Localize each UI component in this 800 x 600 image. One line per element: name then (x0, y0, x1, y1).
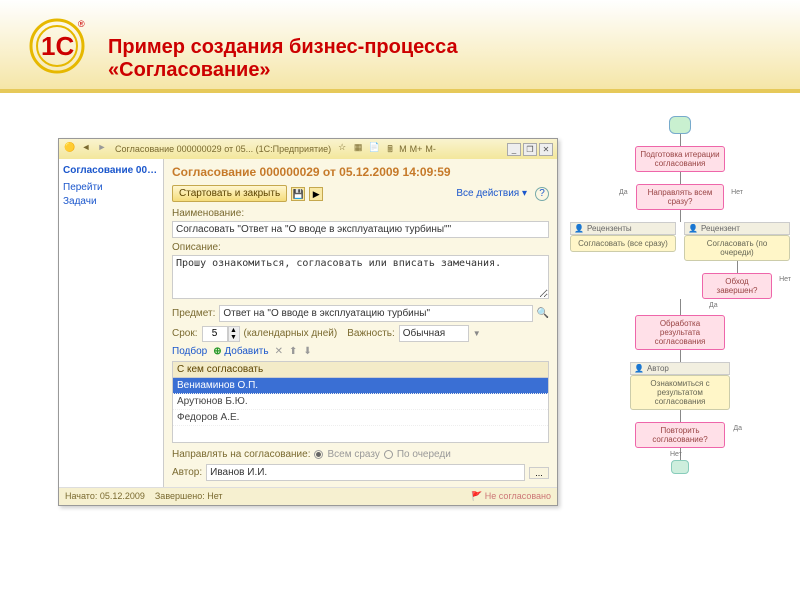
calc-icon[interactable]: 🖩 (383, 142, 397, 156)
round-done-node: Обход завершен? Нет Да (702, 273, 772, 299)
table-row[interactable]: Федоров А.Е. (173, 410, 548, 426)
radio-all[interactable] (314, 450, 323, 459)
status-done: Завершено: Нет (155, 491, 223, 502)
move-up-icon[interactable]: ⬆ (289, 346, 297, 357)
memory-mminus[interactable]: M- (425, 144, 436, 154)
term-label: Срок: (172, 328, 198, 339)
delete-icon[interactable]: ✕ (275, 346, 283, 357)
approve-queue-node: Согласовать (по очереди) (684, 235, 790, 261)
approvers-table[interactable]: С кем согласовать Вениаминов О.П. Арутюн… (172, 361, 549, 443)
role-reviewers: 👤Рецензенты (570, 222, 676, 235)
play-icon[interactable]: ▶ (309, 187, 323, 201)
desc-label: Описание: (172, 242, 549, 253)
spin-up-icon[interactable]: ▲▼ (228, 326, 240, 342)
process-result-node: Обработка результата согласования (635, 315, 725, 350)
approve-all-node: Согласовать (все сразу) (570, 235, 676, 252)
table-row[interactable]: Арутюнов Б.Ю. (173, 394, 548, 410)
subject-input[interactable] (219, 305, 532, 322)
author-input[interactable] (206, 464, 525, 481)
doc-icon[interactable]: 📄 (367, 142, 381, 156)
table-header: С кем согласовать (173, 362, 548, 378)
minimize-button[interactable]: _ (507, 143, 521, 156)
statusbar: Начато: 05.12.2009 Завершено: Нет 🚩 Не с… (59, 487, 557, 505)
table-row[interactable]: Вениаминов О.П. (173, 378, 548, 394)
window-title: Согласование 000000029 от 05... (1С:Пред… (115, 144, 331, 154)
start-and-close-button[interactable]: Стартовать и закрыть (172, 185, 287, 202)
form-title: Согласование 000000029 от 05.12.2009 14:… (172, 165, 549, 179)
name-input[interactable] (172, 221, 549, 238)
app-icon: 🟡 (63, 142, 77, 156)
add-link[interactable]: Добавить (224, 346, 268, 357)
role-reviewer: 👤Рецензент (684, 222, 790, 235)
titlebar[interactable]: 🟡 ◄ ► Согласование 000000029 от 05... (1… (59, 139, 557, 159)
grid-icon[interactable]: ▦ (351, 142, 365, 156)
lookup-icon[interactable]: 🔍 (537, 308, 549, 319)
memory-m[interactable]: M (399, 144, 407, 154)
nav-tasks[interactable]: Задачи (63, 196, 159, 207)
close-button[interactable]: ✕ (539, 143, 553, 156)
help-icon[interactable]: ? (535, 187, 549, 201)
radio-queue[interactable] (384, 450, 393, 459)
app-logo: 1C ® (15, 15, 93, 80)
importance-label: Важность: (347, 328, 395, 339)
nav-goto[interactable]: Перейти (63, 182, 159, 193)
author-lookup-button[interactable]: ... (529, 467, 549, 479)
move-down-icon[interactable]: ⬇ (303, 346, 311, 357)
prep-node: Подготовка итерации согласования (635, 146, 725, 172)
end-node (671, 460, 689, 474)
decide-all-node: Направлять всем сразу? Да Нет (636, 184, 724, 210)
status-not-approved: Не согласовано (485, 491, 551, 501)
svg-text:1C: 1C (41, 31, 74, 61)
role-author: 👤Автор (630, 362, 730, 375)
term-input[interactable] (202, 326, 228, 342)
slide-title: Пример создания бизнес-процесса «Согласо… (108, 36, 458, 82)
flowchart: Подготовка итерации согласования Направл… (570, 116, 790, 474)
svg-text:®: ® (78, 19, 85, 29)
subject-label: Предмет: (172, 308, 215, 319)
author-label: Автор: (172, 467, 202, 478)
opt-queue-label: По очереди (397, 449, 451, 460)
opt-all-label: Всем сразу (327, 449, 379, 460)
repeat-node: Повторить согласование? Да Нет (635, 422, 725, 448)
app-window: 🟡 ◄ ► Согласование 000000029 от 05... (1… (58, 138, 558, 506)
edge-no: Нет (731, 189, 743, 196)
pick-link[interactable]: Подбор (172, 346, 207, 357)
dropdown-icon[interactable]: ▼ (473, 329, 481, 338)
desc-textarea[interactable] (172, 255, 549, 299)
importance-select[interactable] (399, 325, 469, 342)
memory-mplus[interactable]: M+ (410, 144, 423, 154)
add-icon[interactable]: ⊕ (213, 346, 221, 357)
status-started: Начато: 05.12.2009 (65, 491, 145, 502)
sidebar: Согласование 000000... Перейти Задачи (59, 159, 164, 487)
send-mode-label: Направлять на согласование: (172, 449, 310, 460)
save-icon[interactable]: 💾 (291, 187, 305, 201)
review-result-node: Ознакомиться с результатом согласования (630, 375, 730, 410)
nav-back-icon[interactable]: ◄ (79, 142, 93, 156)
sidebar-heading: Согласование 000000... (63, 165, 159, 176)
star-icon[interactable]: ☆ (335, 142, 349, 156)
nav-fwd-icon[interactable]: ► (95, 142, 109, 156)
edge-yes: Да (619, 189, 628, 196)
name-label: Наименование: (172, 208, 549, 219)
all-actions-menu[interactable]: Все действия ▾ (456, 188, 527, 199)
start-node (669, 116, 691, 134)
restore-button[interactable]: ❐ (523, 143, 537, 156)
flag-icon: 🚩 (471, 491, 482, 501)
term-suffix: (календарных дней) (244, 328, 338, 339)
